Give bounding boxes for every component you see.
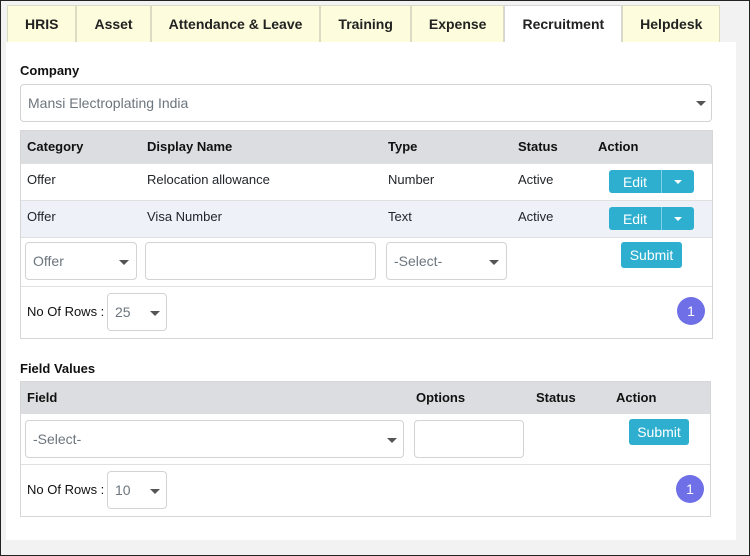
rows-per-page-select[interactable]: 10 [107, 471, 167, 509]
submit-button[interactable]: Submit [621, 242, 682, 268]
chevron-down-icon [150, 311, 160, 316]
type-select[interactable]: -Select- [386, 242, 507, 280]
options-input[interactable] [414, 420, 524, 458]
chevron-down-icon [696, 101, 706, 106]
row-category: Offer [27, 209, 56, 224]
edit-button[interactable]: Edit [609, 207, 661, 230]
rows-per-page-value: 10 [115, 482, 131, 498]
chevron-down-icon [150, 489, 160, 494]
page-number-button[interactable]: 1 [676, 475, 704, 503]
module-tabs: HRIS Asset Attendance & Leave Training E… [7, 5, 721, 43]
submit-button[interactable]: Submit [629, 419, 689, 445]
col-header-status: Status [536, 390, 576, 405]
field-values-table-header [21, 382, 710, 414]
row-display-name: Relocation allowance [147, 172, 270, 187]
tab-asset[interactable]: Asset [76, 5, 151, 43]
fields-table: Category Display Name Type Status Action… [20, 130, 713, 339]
chevron-down-icon [489, 260, 499, 265]
divider [21, 286, 712, 287]
edit-button-group: Edit [609, 170, 694, 193]
tab-helpdesk[interactable]: Helpdesk [622, 5, 721, 43]
col-header-field: Field [27, 390, 58, 405]
edit-button-group: Edit [609, 207, 694, 230]
tab-recruitment[interactable]: Recruitment [504, 5, 623, 43]
field-values-label: Field Values [20, 361, 96, 376]
row-type: Text [388, 209, 412, 224]
page-number-button[interactable]: 1 [677, 297, 705, 325]
category-select-value: Offer [33, 253, 64, 269]
field-select-value: -Select- [33, 431, 82, 447]
display-name-input[interactable] [145, 242, 376, 280]
tab-training[interactable]: Training [320, 5, 411, 43]
chevron-down-icon [387, 438, 397, 443]
category-select[interactable]: Offer [25, 242, 137, 280]
field-select[interactable]: -Select- [25, 420, 404, 458]
row-display-name: Visa Number [147, 209, 222, 224]
edit-dropdown-toggle[interactable] [661, 207, 694, 230]
rows-per-page-label: No Of Rows : [27, 482, 105, 497]
edit-button[interactable]: Edit [609, 170, 661, 193]
caret-down-icon [674, 179, 682, 184]
edit-dropdown-toggle[interactable] [661, 170, 694, 193]
col-header-action: Action [616, 390, 657, 405]
tab-hris[interactable]: HRIS [7, 5, 77, 43]
col-header-display-name: Display Name [147, 139, 233, 154]
company-select-value: Mansi Electroplating India [28, 95, 189, 111]
col-header-type: Type [388, 139, 418, 154]
tab-expense[interactable]: Expense [410, 5, 505, 43]
col-header-status: Status [518, 139, 558, 154]
caret-down-icon [674, 216, 682, 221]
type-select-value: -Select- [394, 253, 443, 269]
col-header-action: Action [598, 139, 639, 154]
field-values-table: Field Options Status Action -Select- Sub… [20, 381, 711, 517]
rows-per-page-select[interactable]: 25 [107, 293, 167, 331]
rows-per-page-value: 25 [115, 304, 131, 320]
col-header-options: Options [416, 390, 466, 405]
row-category: Offer [27, 172, 56, 187]
chevron-down-icon [119, 260, 129, 265]
company-select[interactable]: Mansi Electroplating India [20, 84, 712, 122]
row-status: Active [518, 172, 554, 187]
divider [21, 464, 710, 465]
rows-per-page-label: No Of Rows : [27, 304, 105, 319]
col-header-category: Category [27, 139, 84, 154]
row-status: Active [518, 209, 554, 224]
tab-attendance-leave[interactable]: Attendance & Leave [150, 5, 321, 43]
row-type: Number [388, 172, 435, 187]
company-label: Company [20, 63, 80, 78]
